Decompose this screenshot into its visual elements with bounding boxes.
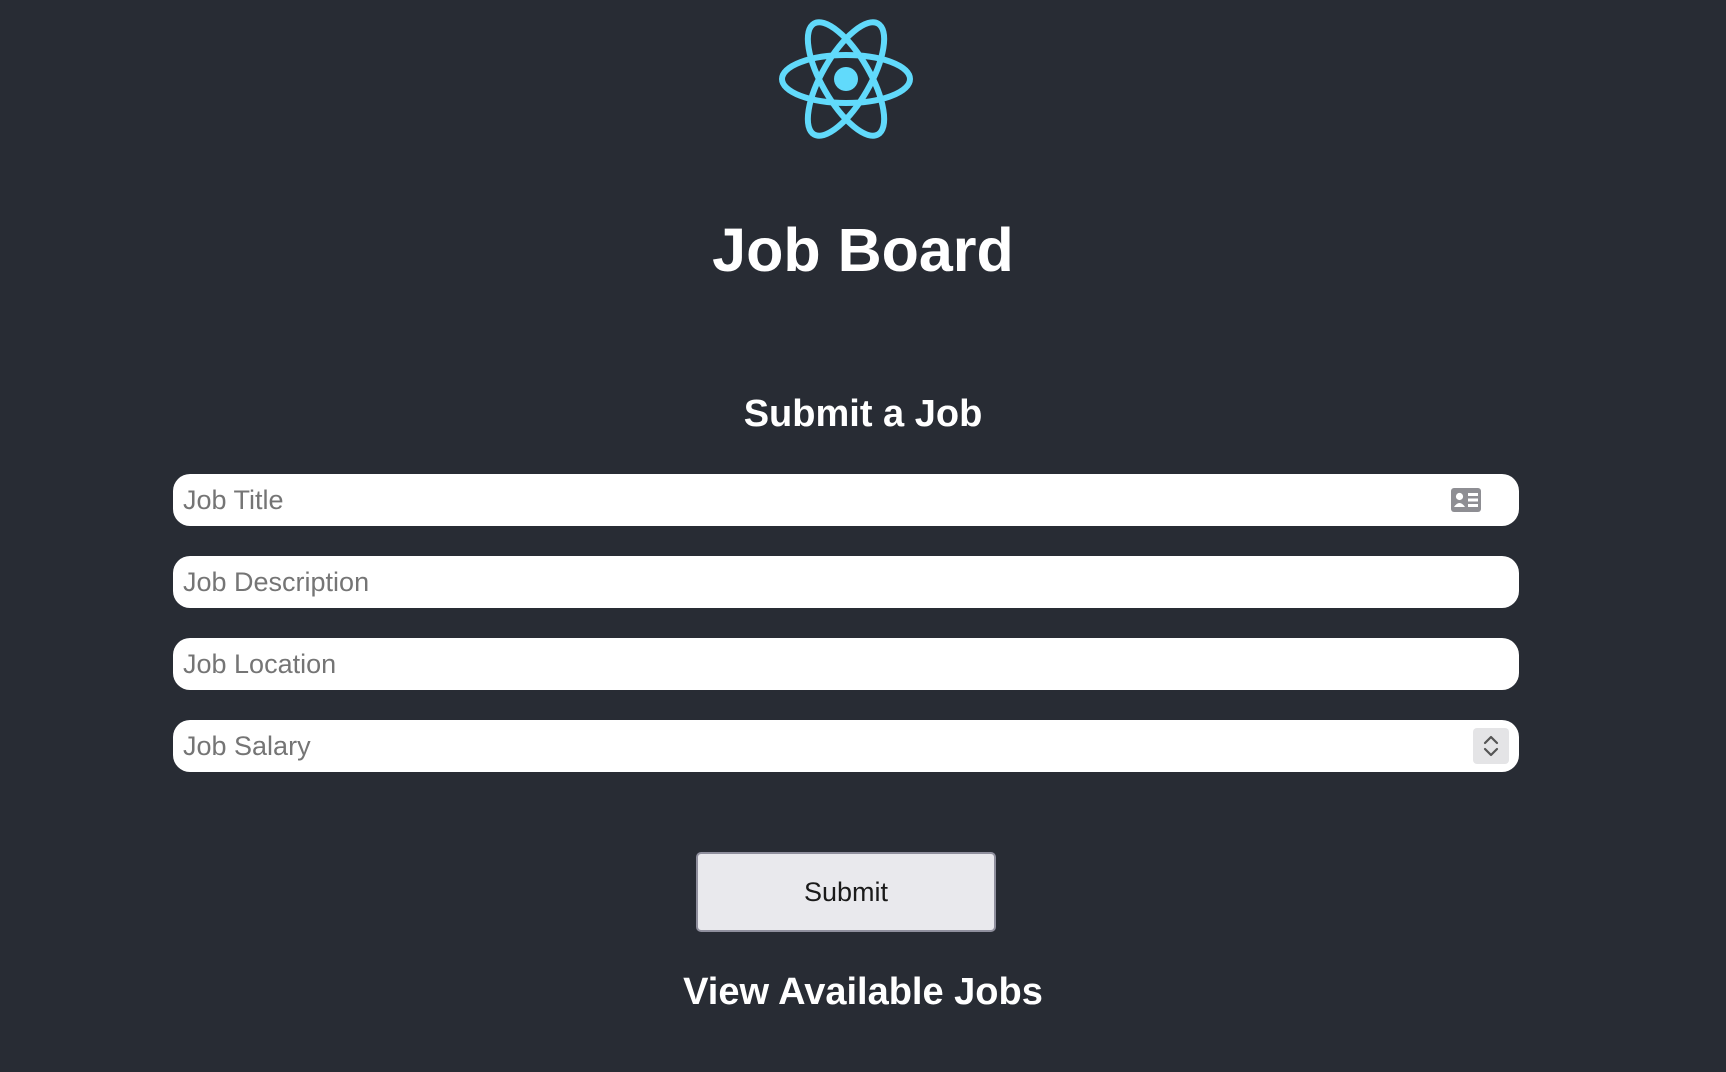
- view-available-jobs-heading: View Available Jobs: [683, 971, 1043, 1013]
- job-location-input[interactable]: [183, 638, 1453, 690]
- react-logo-icon: [779, 19, 913, 139]
- contact-card-icon[interactable]: [1450, 487, 1482, 513]
- job-title-field[interactable]: [173, 474, 1519, 526]
- job-description-input[interactable]: [183, 556, 1453, 608]
- job-title-input[interactable]: [183, 474, 1453, 526]
- job-salary-input[interactable]: [183, 720, 1453, 772]
- job-salary-field[interactable]: [173, 720, 1519, 772]
- stepper-chevrons-icon: [1483, 735, 1499, 757]
- job-location-field[interactable]: [173, 638, 1519, 690]
- submit-button[interactable]: Submit: [696, 852, 996, 932]
- salary-stepper[interactable]: [1473, 728, 1509, 764]
- job-board-page: Job Board Submit a Job Submit View Avail…: [0, 0, 1726, 1072]
- page-title: Job Board: [712, 216, 1014, 284]
- job-description-field[interactable]: [173, 556, 1519, 608]
- submit-job-heading: Submit a Job: [743, 393, 983, 435]
